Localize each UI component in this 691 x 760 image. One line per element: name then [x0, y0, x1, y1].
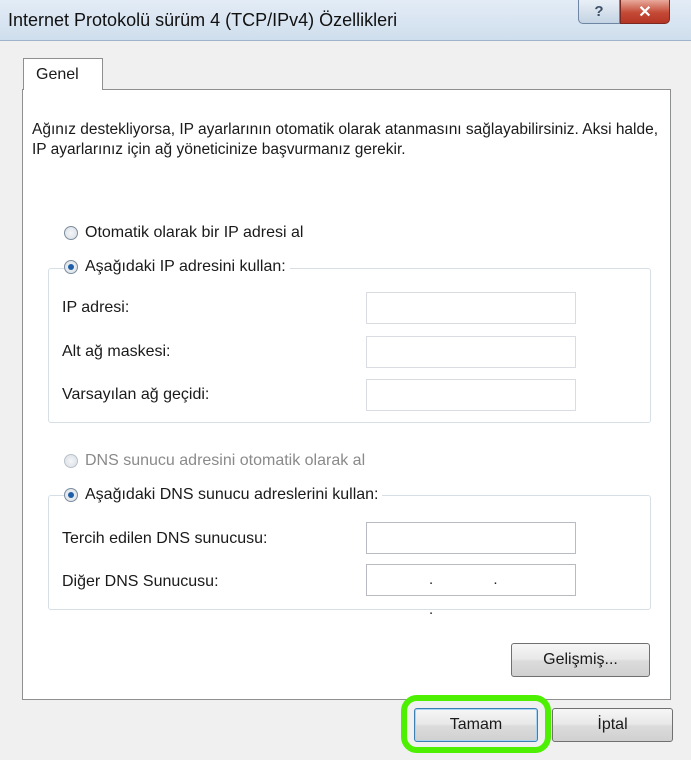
ip-address-input[interactable]: [366, 292, 576, 324]
radio-auto-dns[interactable]: DNS sunucu adresini otomatik olarak al: [64, 452, 365, 470]
window-title: Internet Protokolü sürüm 4 (TCP/IPv4) Öz…: [8, 10, 398, 30]
description-text: Ağınız destekliyorsa, IP ayarlarının oto…: [32, 121, 659, 158]
tab-genel[interactable]: Genel: [23, 58, 103, 90]
close-icon: ✕: [638, 3, 652, 21]
close-button[interactable]: ✕: [620, 0, 670, 24]
preferred-dns-input[interactable]: [366, 522, 576, 554]
cancel-button[interactable]: İptal: [552, 708, 673, 742]
ip-address-label: IP adresi:: [62, 299, 130, 316]
radio-manual-ip[interactable]: Aşağıdaki IP adresini kullan:: [64, 258, 290, 276]
radio-auto-ip[interactable]: Otomatik olarak bir IP adresi al: [64, 224, 303, 242]
advanced-button-label: Gelişmiş...: [543, 651, 618, 668]
help-button[interactable]: ?: [578, 0, 620, 24]
radio-button[interactable]: [64, 226, 78, 240]
dialog-window: Internet Protokolü sürüm 4 (TCP/IPv4) Öz…: [0, 0, 691, 760]
radio-label: Aşağıdaki IP adresini kullan:: [85, 258, 286, 275]
subnet-mask-label: Alt ağ maskesi:: [62, 343, 171, 360]
radio-button[interactable]: [64, 488, 78, 502]
subnet-mask-input[interactable]: [366, 336, 576, 368]
radio-label: DNS sunucu adresini otomatik olarak al: [85, 452, 366, 469]
alternate-dns-input[interactable]: . . .: [366, 564, 576, 618]
alternate-dns-label: Diğer DNS Sunucusu:: [62, 573, 219, 590]
cancel-button-label: İptal: [597, 716, 628, 733]
gateway-label: Varsayılan ağ geçidi:: [62, 386, 210, 403]
gateway-input[interactable]: [366, 379, 576, 411]
radio-button[interactable]: [64, 454, 78, 468]
radio-label: Otomatik olarak bir IP adresi al: [85, 224, 304, 241]
advanced-button[interactable]: Gelişmiş...: [511, 643, 650, 677]
radio-label: Aşağıdaki DNS sunucu adreslerini kullan:: [85, 486, 379, 503]
tab-label: Genel: [36, 66, 79, 83]
title-bar: Internet Protokolü sürüm 4 (TCP/IPv4) Öz…: [0, 0, 691, 41]
radio-manual-dns[interactable]: Aşağıdaki DNS sunucu adreslerini kullan:: [64, 486, 383, 504]
radio-button[interactable]: [64, 260, 78, 274]
preferred-dns-label: Tercih edilen DNS sunucusu:: [62, 530, 268, 547]
ok-highlight-ring: [401, 695, 551, 753]
question-icon: ?: [594, 3, 604, 20]
